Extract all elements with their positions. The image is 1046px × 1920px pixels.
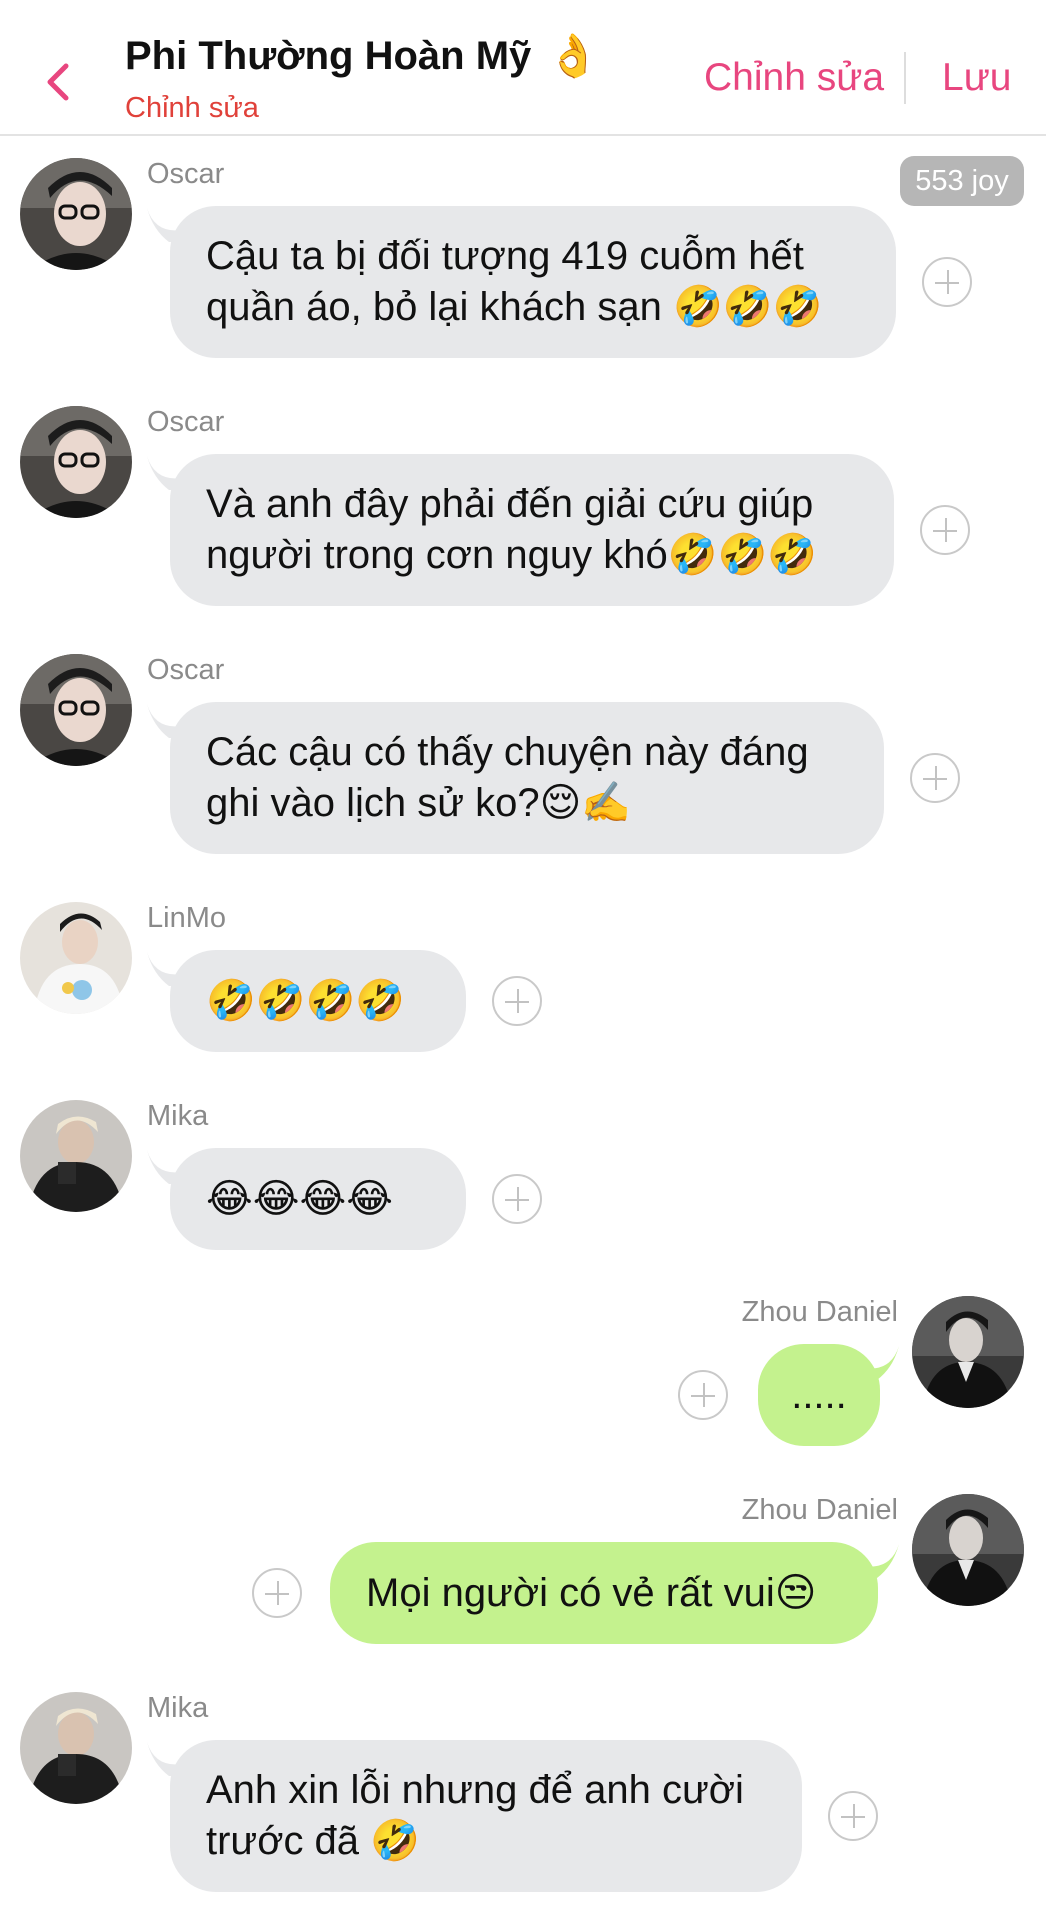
add-reaction-icon[interactable]	[492, 976, 542, 1026]
add-reaction-icon[interactable]	[252, 1568, 302, 1618]
message-text: Mọi người có vẻ rất vui😒	[366, 1570, 817, 1615]
avatar[interactable]	[20, 902, 132, 1014]
add-reaction-icon[interactable]	[922, 257, 972, 307]
sender-name: Oscar	[147, 158, 225, 190]
chat-header: Phi Thường Hoàn Mỹ 👌 Chỉnh sửa Chỉnh sửa…	[0, 0, 1046, 136]
header-divider	[904, 52, 906, 104]
add-reaction-icon[interactable]	[492, 1174, 542, 1224]
message-text: .....	[791, 1372, 847, 1417]
add-reaction-icon[interactable]	[920, 505, 970, 555]
message-bubble[interactable]: Cậu ta bị đối tượng 419 cuỗm hết quần áo…	[170, 206, 896, 358]
message-bubble[interactable]: Anh xin lỗi nhưng để anh cười trước đã 🤣	[170, 1740, 802, 1892]
ok-hand-emoji: 👌	[547, 32, 600, 79]
save-button[interactable]: Lưu	[942, 56, 1012, 100]
add-reaction-icon[interactable]	[828, 1791, 878, 1841]
joy-count-badge: 553 joy	[900, 156, 1024, 206]
avatar[interactable]	[20, 1692, 132, 1804]
message-text: Các cậu có thấy chuyện này đáng ghi vào …	[206, 730, 809, 825]
back-arrow-icon[interactable]	[38, 58, 78, 106]
chat-title: Phi Thường Hoàn Mỹ	[125, 34, 532, 78]
message-bubble[interactable]: 😂😂😂😂	[170, 1148, 466, 1250]
chat-title-row: Phi Thường Hoàn Mỹ 👌	[125, 32, 600, 81]
edit-button[interactable]: Chỉnh sửa	[704, 56, 884, 100]
avatar[interactable]	[912, 1494, 1024, 1606]
sender-name: Zhou Daniel	[741, 1494, 898, 1526]
avatar[interactable]	[20, 406, 132, 518]
chat-subtitle[interactable]: Chỉnh sửa	[125, 92, 259, 125]
sender-name: LinMo	[147, 902, 226, 934]
message-text: Và anh đây phải đến giải cứu giúp người …	[206, 482, 818, 577]
avatar[interactable]	[20, 1100, 132, 1212]
sender-name: Oscar	[147, 654, 225, 686]
message-bubble[interactable]: .....	[758, 1344, 880, 1446]
message-text: 😂😂😂😂	[206, 1176, 393, 1221]
avatar[interactable]	[20, 654, 132, 766]
message-bubble[interactable]: Các cậu có thấy chuyện này đáng ghi vào …	[170, 702, 884, 854]
sender-name: Zhou Daniel	[741, 1296, 898, 1328]
avatar[interactable]	[20, 158, 132, 270]
sender-name: Mika	[147, 1692, 209, 1724]
message-bubble[interactable]: Mọi người có vẻ rất vui😒	[330, 1542, 878, 1644]
sender-name: Oscar	[147, 406, 225, 438]
message-text: Anh xin lỗi nhưng để anh cười trước đã 🤣	[206, 1768, 744, 1863]
avatar[interactable]	[912, 1296, 1024, 1408]
message-text: Cậu ta bị đối tượng 419 cuỗm hết quần áo…	[206, 234, 823, 329]
sender-name: Mika	[147, 1100, 209, 1132]
add-reaction-icon[interactable]	[910, 753, 960, 803]
message-bubble[interactable]: 🤣🤣🤣🤣	[170, 950, 466, 1052]
add-reaction-icon[interactable]	[678, 1370, 728, 1420]
message-bubble[interactable]: Và anh đây phải đến giải cứu giúp người …	[170, 454, 894, 606]
message-text: 🤣🤣🤣🤣	[206, 978, 406, 1023]
